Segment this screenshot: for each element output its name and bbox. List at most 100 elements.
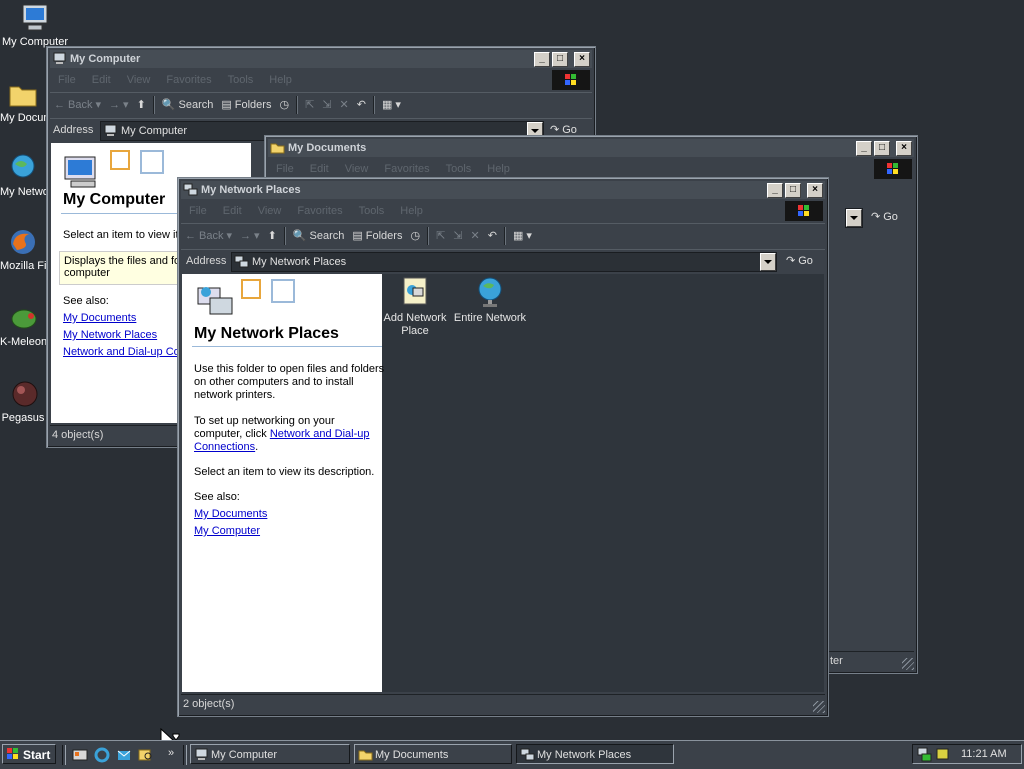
network-globe-icon: [7, 152, 39, 184]
title-bar[interactable]: My Network Places _ □ ×: [181, 181, 825, 199]
delete-icon: ✕: [339, 99, 349, 111]
close-button[interactable]: ×: [807, 183, 823, 198]
desktop-icon-my-computer[interactable]: My Computer: [0, 2, 70, 48]
history-button[interactable]: ◷: [275, 93, 293, 117]
window-network-places[interactable]: My Network Places _ □ × File Edit View F…: [177, 177, 829, 717]
menu-edit[interactable]: Edit: [215, 201, 250, 221]
add-network-place-icon: [399, 276, 431, 308]
folders-button[interactable]: ▤ Folders: [217, 93, 275, 117]
menu-help[interactable]: Help: [261, 70, 300, 90]
taskbar-button-network-places[interactable]: My Network Places: [516, 744, 674, 764]
desktop-icon-pegasus[interactable]: Pegasus: [0, 378, 46, 424]
delete-button[interactable]: ✕: [467, 224, 484, 248]
minimize-button[interactable]: _: [767, 183, 783, 198]
minimize-button[interactable]: _: [856, 141, 872, 156]
menu-help[interactable]: Help: [392, 201, 431, 221]
menu-edit[interactable]: Edit: [302, 159, 337, 179]
resize-grip[interactable]: [902, 658, 914, 670]
menu-view[interactable]: View: [119, 70, 159, 90]
forward-button[interactable]: → ▾: [105, 93, 133, 117]
go-button[interactable]: ↷ Go: [786, 252, 813, 270]
link-my-computer[interactable]: My Computer: [194, 525, 260, 537]
menu-file[interactable]: File: [50, 70, 84, 90]
menu-favorites[interactable]: Favorites: [376, 159, 437, 179]
folders-button[interactable]: ▤ Folders: [348, 224, 406, 248]
up-button[interactable]: ⬆: [264, 224, 281, 248]
menu-edit[interactable]: Edit: [84, 70, 119, 90]
quick-launch: [72, 747, 154, 766]
menu-tools[interactable]: Tools: [438, 159, 480, 179]
item-label: Place: [401, 325, 429, 337]
maximize-button[interactable]: □: [785, 183, 801, 198]
volume-tray-icon[interactable]: [935, 746, 951, 768]
taskbar-button-my-documents[interactable]: My Documents: [354, 744, 512, 764]
address-input[interactable]: My Network Places: [231, 252, 777, 272]
menu-file[interactable]: File: [181, 201, 215, 221]
minimize-button[interactable]: _: [534, 52, 550, 67]
views-button[interactable]: ▦ ▾: [509, 224, 536, 248]
history-button[interactable]: ◷: [406, 224, 424, 248]
menu-favorites[interactable]: Favorites: [289, 201, 350, 221]
address-dropdown-button[interactable]: [760, 253, 776, 271]
taskbar-button-my-computer[interactable]: My Computer: [190, 744, 350, 764]
address-input[interactable]: [845, 208, 863, 228]
close-button[interactable]: ×: [574, 52, 590, 67]
menu-bar: File Edit View Favorites Tools Help: [50, 70, 592, 90]
search-icon[interactable]: [138, 747, 154, 766]
copy-to-button[interactable]: ⇲: [318, 93, 335, 117]
search-button[interactable]: 🔍 Search: [158, 93, 218, 117]
resize-grip[interactable]: [813, 701, 825, 713]
clock[interactable]: 11:21 AM: [961, 745, 1007, 763]
move-to-button[interactable]: ⇱: [301, 93, 318, 117]
maximize-button[interactable]: □: [874, 141, 890, 156]
menu-file[interactable]: File: [268, 159, 302, 179]
title-bar[interactable]: My Documents _ □ ×: [268, 139, 914, 157]
menu-view[interactable]: View: [250, 201, 290, 221]
link-network-dialup[interactable]: Network and Dial-up: [270, 428, 370, 440]
link-network-dialup[interactable]: Network and Dial-up Co: [63, 346, 180, 358]
desktop-icon-k-meleon[interactable]: K-Meleon: [0, 302, 46, 348]
link-my-documents[interactable]: My Documents: [194, 508, 267, 520]
undo-button[interactable]: ↶: [484, 224, 501, 248]
title-bar[interactable]: My Computer _ □ ×: [50, 50, 592, 68]
status-text: 2 object(s): [183, 698, 235, 710]
search-button[interactable]: 🔍 Search: [289, 224, 349, 248]
search-icon: 🔍: [292, 230, 307, 242]
delete-button[interactable]: ✕: [336, 93, 353, 117]
maximize-button[interactable]: □: [552, 52, 568, 67]
quick-launch-chevron[interactable]: »: [168, 747, 174, 759]
go-button[interactable]: ↷ Go: [871, 208, 898, 226]
search-icon: 🔍: [161, 99, 176, 111]
menu-bar: File Edit View Favorites Tools Help: [181, 201, 825, 221]
link-connections[interactable]: Connections: [194, 441, 255, 453]
move-to-button[interactable]: ⇱: [432, 224, 449, 248]
show-desktop-icon[interactable]: [72, 747, 88, 766]
menu-view[interactable]: View: [337, 159, 377, 179]
desktop-icon-firefox[interactable]: Mozilla Firefox: [0, 226, 46, 272]
undo-button[interactable]: ↶: [353, 93, 370, 117]
desktop-icon-network-places[interactable]: My Network Places: [0, 152, 46, 198]
folder-view[interactable]: My Network Places Use this folder to ope…: [182, 274, 824, 692]
network-tray-icon[interactable]: [917, 746, 933, 768]
menu-favorites[interactable]: Favorites: [158, 70, 219, 90]
item-add-network-place[interactable]: Add Network Place: [382, 276, 448, 338]
link-my-network-places[interactable]: My Network Places: [63, 329, 157, 341]
copy-to-button[interactable]: ⇲: [449, 224, 466, 248]
up-button[interactable]: ⬆: [133, 93, 150, 117]
views-button[interactable]: ▦ ▾: [378, 93, 405, 117]
desktop-icon-my-documents[interactable]: My Documents: [0, 78, 46, 124]
back-button[interactable]: ← Back ▾: [50, 93, 105, 117]
item-entire-network[interactable]: Entire Network: [450, 276, 530, 325]
back-button[interactable]: ← Back ▾: [181, 224, 236, 248]
outlook-express-icon[interactable]: [116, 747, 132, 766]
menu-tools[interactable]: Tools: [351, 201, 393, 221]
forward-button[interactable]: → ▾: [236, 224, 264, 248]
start-button[interactable]: Start: [2, 744, 56, 764]
close-button[interactable]: ×: [896, 141, 912, 156]
menu-tools[interactable]: Tools: [220, 70, 262, 90]
menu-help[interactable]: Help: [479, 159, 518, 179]
address-dropdown-button[interactable]: [846, 209, 862, 227]
internet-explorer-icon[interactable]: [94, 747, 110, 766]
link-my-documents[interactable]: My Documents: [63, 312, 136, 324]
description-line: .: [255, 441, 259, 453]
